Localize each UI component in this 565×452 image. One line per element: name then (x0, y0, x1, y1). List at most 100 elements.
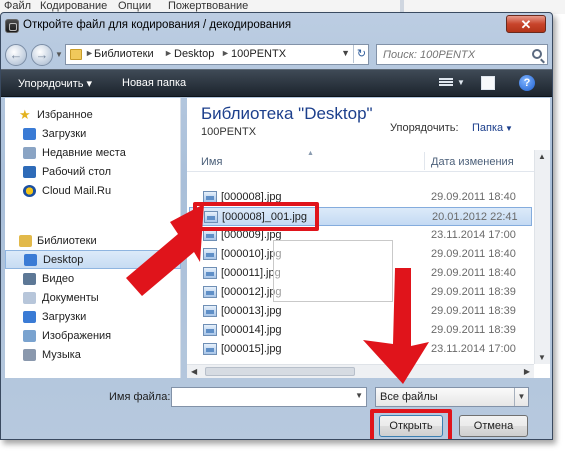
recent-places-icon (23, 147, 36, 159)
back-button[interactable]: ← (5, 44, 27, 66)
file-type-value: Все файлы (380, 391, 438, 403)
scroll-left-icon[interactable]: ◀ (191, 367, 197, 376)
library-subtitle: 100PENTX (201, 126, 257, 138)
selected-file-highlight-box (193, 202, 319, 231)
column-date-header[interactable]: Дата изменения (431, 156, 514, 168)
app-icon (5, 19, 19, 33)
file-date: 20.01.2012 22:41 (432, 211, 518, 223)
breadcrumb-separator-icon[interactable]: ► (164, 48, 173, 58)
jpg-file-icon (203, 248, 217, 260)
jpg-file-icon (203, 324, 217, 336)
file-name: [000014].jpg (221, 324, 282, 336)
images-icon (23, 330, 36, 342)
documents-icon (23, 292, 36, 304)
nav-libraries[interactable]: Библиотеки (5, 232, 181, 251)
cancel-button[interactable]: Отмена (459, 415, 528, 437)
desktop-icon (23, 166, 36, 178)
recent-locations-chevron-icon[interactable]: ▼ (55, 50, 63, 59)
search-icon[interactable] (532, 49, 542, 59)
nav-favorites[interactable]: ★ Избранное (5, 106, 181, 125)
file-name: [000015].jpg (221, 343, 282, 355)
menu-encoding[interactable]: Кодирование (40, 0, 107, 12)
jpg-file-icon (203, 305, 217, 317)
file-date: 29.09.2011 18:40 (431, 248, 516, 260)
command-toolbar: Упорядочить ▾ Новая папка ▼ ? (1, 69, 552, 97)
file-date: 29.09.2011 18:39 (431, 305, 516, 317)
scroll-right-icon[interactable]: ▶ (524, 367, 530, 376)
help-icon[interactable]: ? (519, 75, 535, 91)
file-date: 29.09.2011 18:39 (431, 324, 516, 336)
downloads-library-icon (23, 311, 36, 323)
refresh-icon[interactable]: ↻ (353, 45, 369, 63)
vertical-scrollbar[interactable]: ▲ ▼ (534, 150, 550, 364)
column-name-header[interactable]: Имя (201, 156, 222, 168)
view-dropdown-icon[interactable]: ▼ (457, 78, 465, 87)
search-box[interactable] (376, 44, 548, 65)
file-row[interactable]: [000014].jpg 29.09.2011 18:39 (189, 321, 532, 340)
dialog-footer: Имя файла: ▼ Все файлы ▼ Открыть Отмена (1, 381, 552, 439)
menu-donate[interactable]: Пожертвование (168, 0, 248, 12)
arrange-by-dropdown[interactable]: Папка (472, 122, 503, 134)
preview-pane-icon[interactable] (481, 76, 495, 90)
breadcrumb-separator-icon[interactable]: ► (221, 48, 230, 58)
scroll-thumb[interactable] (205, 367, 355, 376)
music-icon (23, 349, 36, 361)
title-bar: Откройте файл для кодирования / декодиро… (1, 13, 552, 39)
library-title: Библиотека "Desktop" (201, 104, 373, 123)
filename-label: Имя файла: (109, 391, 171, 403)
open-button-highlight-box (370, 409, 452, 439)
arrange-chevron-down-icon[interactable]: ▼ (505, 124, 513, 133)
file-row[interactable]: [000015].jpg 23.11.2014 17:00 (189, 340, 532, 359)
desktop-library-icon (24, 254, 37, 266)
forward-button[interactable]: → (31, 44, 53, 66)
nav-library-desktop[interactable]: Desktop (5, 250, 181, 269)
file-date: 29.09.2011 18:39 (431, 286, 516, 298)
horizontal-scrollbar[interactable]: ◀ ▶ (187, 364, 534, 378)
nav-desktop[interactable]: Рабочий стол (5, 163, 181, 182)
file-name: [000011].jpg (221, 267, 281, 279)
column-header-row: ▲ Имя Дата изменения (187, 150, 534, 172)
breadcrumb-libraries[interactable]: Библиотеки (94, 48, 154, 60)
nav-recent-places[interactable]: Недавние места (5, 144, 181, 163)
organize-button[interactable]: Упорядочить ▾ (18, 77, 92, 90)
nav-library-images[interactable]: Изображения (5, 327, 181, 346)
file-list-pane: Библиотека "Desktop" 100PENTX Упорядочит… (187, 98, 550, 378)
address-bar[interactable]: ► Библиотеки ► Desktop ► 100PENTX ▼ (65, 44, 369, 65)
arrange-by-label: Упорядочить: (390, 122, 459, 134)
menu-options[interactable]: Опции (118, 0, 151, 12)
breadcrumb-100pentx[interactable]: 100PENTX (231, 48, 286, 60)
breadcrumb-separator-icon[interactable]: ► (85, 48, 94, 58)
file-date: 29.09.2011 18:40 (431, 267, 516, 279)
scroll-up-icon[interactable]: ▲ (538, 152, 546, 161)
nav-library-music[interactable]: Музыка (5, 346, 181, 365)
close-button[interactable]: ✕ (506, 15, 546, 33)
file-date: 29.09.2011 18:40 (431, 191, 516, 203)
folder-icon (70, 49, 82, 60)
jpg-file-icon (203, 267, 217, 279)
downloads-folder-icon (23, 128, 36, 140)
file-date: 23.11.2014 17:00 (431, 343, 516, 355)
filename-input[interactable] (174, 389, 350, 405)
file-type-filter[interactable]: Все файлы ▼ (375, 387, 529, 407)
file-row[interactable]: [000013].jpg 29.09.2011 18:39 (189, 302, 532, 321)
video-icon (23, 273, 36, 285)
column-divider[interactable] (424, 152, 425, 170)
filter-chevron-down-icon[interactable]: ▼ (514, 388, 528, 406)
sort-caret-icon: ▲ (307, 150, 314, 157)
menu-file[interactable]: Файл (4, 0, 31, 12)
nav-downloads[interactable]: Загрузки (5, 125, 181, 144)
nav-library-video[interactable]: Видео (5, 270, 181, 289)
breadcrumb-desktop[interactable]: Desktop (174, 48, 214, 60)
scroll-down-icon[interactable]: ▼ (538, 353, 546, 362)
filename-field[interactable]: ▼ (171, 387, 367, 407)
new-folder-button[interactable]: Новая папка (122, 77, 186, 89)
address-dropdown-icon[interactable]: ▼ (341, 48, 350, 58)
search-input[interactable] (381, 47, 526, 62)
star-icon: ★ (19, 107, 31, 122)
nav-library-documents[interactable]: Документы (5, 289, 181, 308)
navigation-pane: ★ Избранное Загрузки Недавние места Рабо… (5, 98, 181, 378)
filename-dropdown-icon[interactable]: ▼ (355, 391, 363, 400)
view-options-icon[interactable] (439, 77, 453, 90)
nav-library-downloads[interactable]: Загрузки (5, 308, 181, 327)
nav-cloud-mail[interactable]: Cloud Mail.Ru (5, 182, 181, 201)
